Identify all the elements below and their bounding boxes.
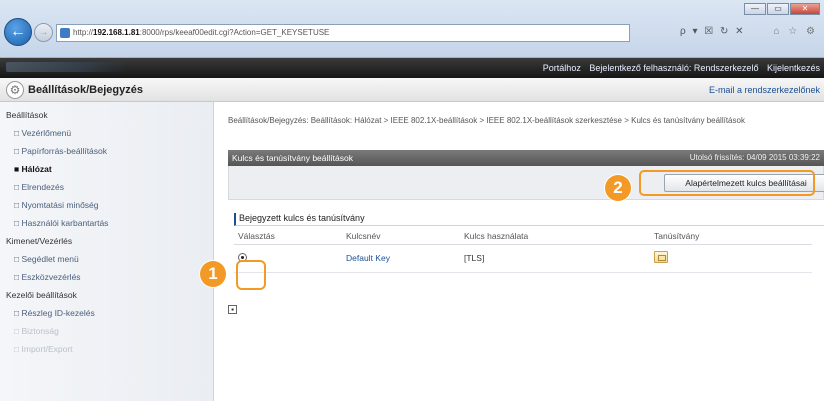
url-path: :8000/rps/keeaf00edit.cgi?Action=GET_KEY… [139, 28, 330, 37]
sidebar-item-device-control[interactable]: □ Eszközvezérlés [0, 264, 213, 282]
settings-gear-icon: ⚙ [6, 81, 24, 99]
sidebar: Beállítások □ Vezérlőmenü □ Papírforrás-… [0, 102, 214, 401]
sidebar-section-title: Beállítások [6, 110, 48, 120]
key-usage-cell: [TLS] [460, 244, 650, 273]
certificate-cell [650, 244, 812, 273]
column-header-key-usage: Kulcs használata [460, 228, 650, 245]
url-host: 192.168.1.81 [93, 28, 140, 37]
key-name-link[interactable]: Default Key [346, 253, 390, 263]
button-highlight-frame [639, 170, 815, 196]
login-user-label: Bejelentkező felhasználó: Rendszerkezelő [589, 63, 759, 73]
browser-toolbar-icons[interactable]: ⌂ ☆ ⚙ [773, 26, 818, 37]
address-tools[interactable]: ρ ▾ ☒ ↻ ✕ [680, 26, 746, 37]
sidebar-item-layout[interactable]: □ Elrendezés [0, 174, 213, 192]
sidebar-item-security[interactable]: □ Biztonság [0, 318, 213, 336]
section-title: Bejegyzett kulcs és tanúsítvány [234, 213, 824, 226]
browser-chrome: — ▭ ✕ ← → http://192.168.1.81:8000/rps/k… [0, 0, 824, 58]
email-admin-link[interactable]: E-mail a rendszerkezelőnek [709, 85, 820, 95]
certificate-icon[interactable] [654, 251, 668, 263]
top-bar: Portálhoz Bejelentkező felhasználó: Rend… [0, 58, 824, 78]
column-header-key-name: Kulcsnév [342, 228, 460, 245]
key-table: Választás Kulcsnév Kulcs használata Tanú… [234, 228, 812, 273]
back-arrow-icon[interactable]: ← [4, 18, 32, 46]
logout-link[interactable]: Kijelentkezés [767, 63, 820, 73]
callout-1: 1 [200, 261, 226, 287]
column-header-select: Választás [234, 228, 342, 245]
favicon-icon [60, 28, 70, 38]
page-title: Beállítások/Bejegyzés [28, 84, 143, 96]
sidebar-item-department-id[interactable]: □ Részleg ID-kezelés [0, 300, 213, 318]
sidebar-item-utility-menu[interactable]: □ Segédlet menü [0, 246, 213, 264]
sidebar-item-network[interactable]: ■ Hálózat [0, 156, 213, 174]
portal-link[interactable]: Portálhoz [543, 63, 581, 73]
address-bar[interactable]: http://192.168.1.81:8000/rps/keeaf00edit… [56, 24, 630, 42]
sidebar-item-user-maintenance[interactable]: □ Használói karbantartás [0, 210, 213, 228]
device-logo [6, 62, 126, 72]
sidebar-section-title: Kezelői beállítások [6, 290, 77, 300]
window-controls: — ▭ ✕ [744, 3, 820, 15]
sidebar-section-title: Kimenet/Vezérlés [6, 236, 73, 246]
minimize-button[interactable]: — [744, 3, 766, 15]
sidebar-item-import-export[interactable]: □ Import/Export [0, 336, 213, 354]
expand-icon[interactable]: ▪ [228, 305, 237, 314]
cert-settings-bar: Kulcs és tanúsítvány beállítások Utolsó … [228, 150, 824, 166]
callout-2: 2 [605, 175, 631, 201]
maximize-button[interactable]: ▭ [767, 3, 789, 15]
sidebar-item-print-quality[interactable]: □ Nyomtatási minőség [0, 192, 213, 210]
radio-highlight-frame [236, 260, 266, 290]
column-header-certificate: Tanúsítvány [650, 228, 812, 245]
cert-settings-title: Kulcs és tanúsítvány beállítások [232, 153, 353, 163]
url-prefix: http:// [73, 28, 94, 37]
page-header: ⚙ Beállítások/Bejegyzés E-mail a rendsze… [0, 78, 824, 102]
breadcrumb: Beállítások/Bejegyzés: Beállítások: Háló… [228, 116, 745, 125]
forward-arrow-icon[interactable]: → [34, 23, 53, 42]
main-content: Beállítások/Bejegyzés: Beállítások: Háló… [214, 102, 824, 401]
top-links: Portálhoz Bejelentkező felhasználó: Rend… [537, 63, 820, 73]
sidebar-item-paper-source[interactable]: □ Papírforrás-beállítások [0, 138, 213, 156]
close-window-button[interactable]: ✕ [790, 3, 820, 15]
table-row: Default Key [TLS] [234, 244, 812, 273]
last-updated: Utolsó frissítés: 04/09 2015 03:39:22 [689, 153, 820, 162]
sidebar-item-control-menu[interactable]: □ Vezérlőmenü [0, 120, 213, 138]
key-name-cell: Default Key [342, 244, 460, 273]
